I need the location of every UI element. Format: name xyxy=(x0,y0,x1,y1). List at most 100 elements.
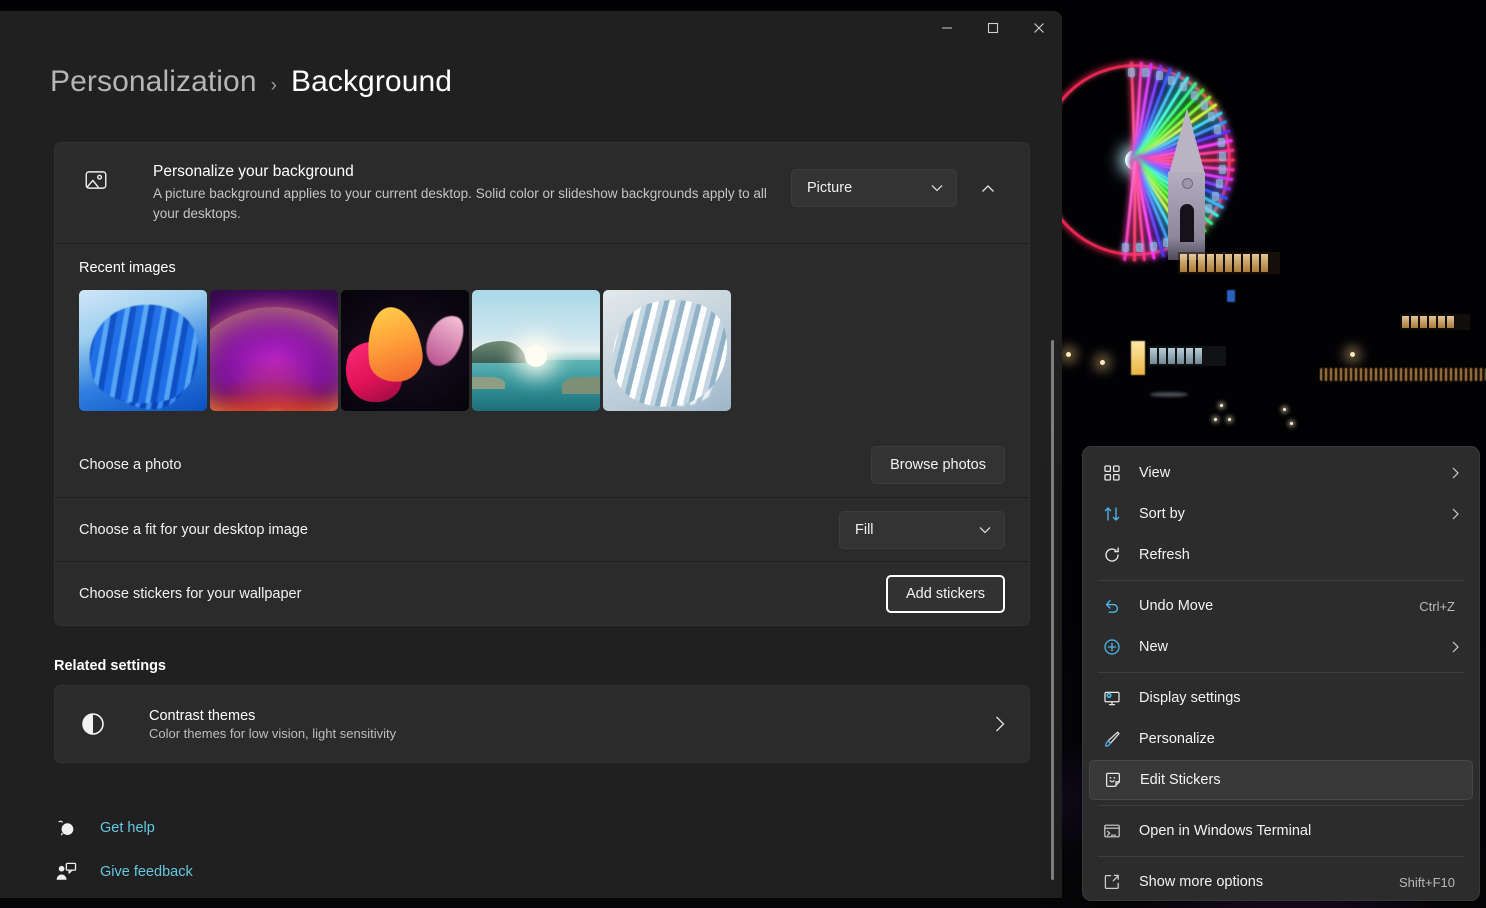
tree-light xyxy=(1283,408,1286,411)
contrast-themes-text: Contrast themes Color themes for low vis… xyxy=(111,708,995,741)
chevron-down-icon xyxy=(979,526,991,534)
menu-item-label: New xyxy=(1127,639,1452,655)
brush-icon xyxy=(1097,730,1127,748)
recent-image-thumbnail[interactable] xyxy=(472,290,600,411)
chevron-right-icon xyxy=(995,716,1009,732)
contrast-icon xyxy=(75,711,111,737)
contrast-themes-title: Contrast themes xyxy=(149,708,995,724)
menu-item-label: Personalize xyxy=(1127,731,1463,747)
choose-photo-row: Choose a photo Browse photos xyxy=(55,433,1029,497)
breadcrumb-separator-icon: › xyxy=(271,75,277,97)
menu-separator xyxy=(1098,856,1464,857)
recent-image-thumbnail[interactable] xyxy=(341,290,469,411)
terminal-icon xyxy=(1097,822,1127,840)
menu-item-sort-by[interactable]: Sort by xyxy=(1089,494,1473,534)
ferris-wheel-cabin xyxy=(1128,68,1135,77)
window-controls xyxy=(924,11,1062,45)
browse-photos-button[interactable]: Browse photos xyxy=(871,446,1005,484)
menu-item-label: Undo Move xyxy=(1127,598,1419,614)
tree-light xyxy=(1220,404,1223,407)
page-title: Background xyxy=(291,65,452,99)
desktop-fit-value: Fill xyxy=(855,522,874,538)
menu-item-show-more-options[interactable]: Show more options Shift+F10 xyxy=(1089,862,1473,901)
more-options-icon xyxy=(1097,873,1127,891)
settings-window: Personalization › Background Personalize… xyxy=(0,11,1062,898)
get-help-link[interactable]: ? Get help xyxy=(54,817,1062,839)
water-reflection xyxy=(1150,392,1188,397)
menu-item-label: View xyxy=(1127,465,1452,481)
menu-item-view[interactable]: View xyxy=(1089,453,1473,493)
footer-links: ? Get help Give feedback xyxy=(54,817,1062,883)
recent-image-thumbnail[interactable] xyxy=(79,290,207,411)
choose-photo-label: Choose a photo xyxy=(79,457,871,473)
help-icon: ? xyxy=(54,817,78,839)
recent-images-title: Recent images xyxy=(79,260,1005,276)
desktop-fit-select[interactable]: Fill xyxy=(839,511,1005,549)
background-type-value: Picture xyxy=(807,180,852,196)
church-clock xyxy=(1182,178,1193,189)
feedback-icon xyxy=(54,861,78,883)
menu-item-display-settings[interactable]: Display settings xyxy=(1089,678,1473,718)
menu-item-personalize[interactable]: Personalize xyxy=(1089,719,1473,759)
ferris-wheel-cabin xyxy=(1168,76,1175,85)
lit-window-strip xyxy=(1148,346,1226,366)
ferris-wheel-cabin xyxy=(1218,138,1225,147)
choose-fit-label: Choose a fit for your desktop image xyxy=(79,522,839,538)
submenu-arrow-icon xyxy=(1452,641,1463,653)
recent-image-thumbnail[interactable] xyxy=(603,290,731,411)
close-button[interactable] xyxy=(1016,11,1062,45)
window-titlebar[interactable] xyxy=(0,11,1062,59)
desktop-context-menu: View Sort by Refresh xyxy=(1082,446,1480,901)
menu-item-shortcut: Shift+F10 xyxy=(1399,875,1463,890)
ferris-wheel-cabin xyxy=(1219,152,1226,161)
ferris-wheel-cabin xyxy=(1216,179,1223,188)
ferris-wheel-cabin xyxy=(1214,125,1221,134)
maximize-button[interactable] xyxy=(970,11,1016,45)
menu-item-edit-stickers[interactable]: Edit Stickers xyxy=(1089,760,1473,800)
add-stickers-button[interactable]: Add stickers xyxy=(886,575,1005,613)
recent-images-section: Recent images xyxy=(55,243,1029,433)
ferris-wheel-cabin xyxy=(1156,71,1163,80)
recent-image-thumbnail[interactable] xyxy=(210,290,338,411)
give-feedback-label: Give feedback xyxy=(100,864,193,880)
choose-stickers-label: Choose stickers for your wallpaper xyxy=(79,586,886,602)
menu-item-open-in-terminal[interactable]: Open in Windows Terminal xyxy=(1089,811,1473,851)
ferris-wheel-cabin xyxy=(1136,243,1143,252)
sticker-icon xyxy=(1098,771,1128,789)
menu-item-label: Open in Windows Terminal xyxy=(1127,823,1463,839)
contrast-themes-item[interactable]: Contrast themes Color themes for low vis… xyxy=(54,685,1030,763)
submenu-arrow-icon xyxy=(1452,508,1463,520)
church-tower xyxy=(1162,108,1212,260)
image-icon xyxy=(79,167,113,193)
grid-view-icon xyxy=(1097,464,1127,482)
blue-sign xyxy=(1227,290,1235,302)
menu-separator xyxy=(1098,580,1464,581)
menu-item-refresh[interactable]: Refresh xyxy=(1089,535,1473,575)
minimize-button[interactable] xyxy=(924,11,970,45)
refresh-icon xyxy=(1097,546,1127,564)
menu-item-label: Edit Stickers xyxy=(1128,772,1462,788)
ferris-wheel-cabin xyxy=(1191,91,1198,100)
svg-text:?: ? xyxy=(65,825,69,834)
menu-item-undo-move[interactable]: Undo Move Ctrl+Z xyxy=(1089,586,1473,626)
vertical-scrollbar[interactable] xyxy=(1051,340,1054,880)
get-help-label: Get help xyxy=(100,820,155,836)
lit-window-strip xyxy=(1178,252,1280,274)
sort-icon xyxy=(1097,505,1127,523)
breadcrumb-personalization[interactable]: Personalization xyxy=(50,65,257,99)
menu-item-label: Sort by xyxy=(1127,506,1452,522)
collapse-section-button[interactable] xyxy=(971,171,1005,205)
menu-item-new[interactable]: New xyxy=(1089,627,1473,667)
church-window xyxy=(1180,204,1194,242)
desktop-screen: Personalization › Background Personalize… xyxy=(0,0,1486,908)
ferris-wheel-cabin xyxy=(1142,68,1149,77)
give-feedback-link[interactable]: Give feedback xyxy=(54,861,1062,883)
background-card: Personalize your background A picture ba… xyxy=(54,142,1030,626)
ferris-wheel-cabin xyxy=(1219,165,1226,174)
lit-doorway xyxy=(1131,341,1145,375)
ferris-wheel-cabin xyxy=(1180,82,1187,91)
ferris-wheel-cabin xyxy=(1122,243,1129,252)
ferris-wheel-cabin xyxy=(1212,192,1219,201)
background-type-select[interactable]: Picture xyxy=(791,169,957,207)
string-lights xyxy=(1320,368,1486,381)
